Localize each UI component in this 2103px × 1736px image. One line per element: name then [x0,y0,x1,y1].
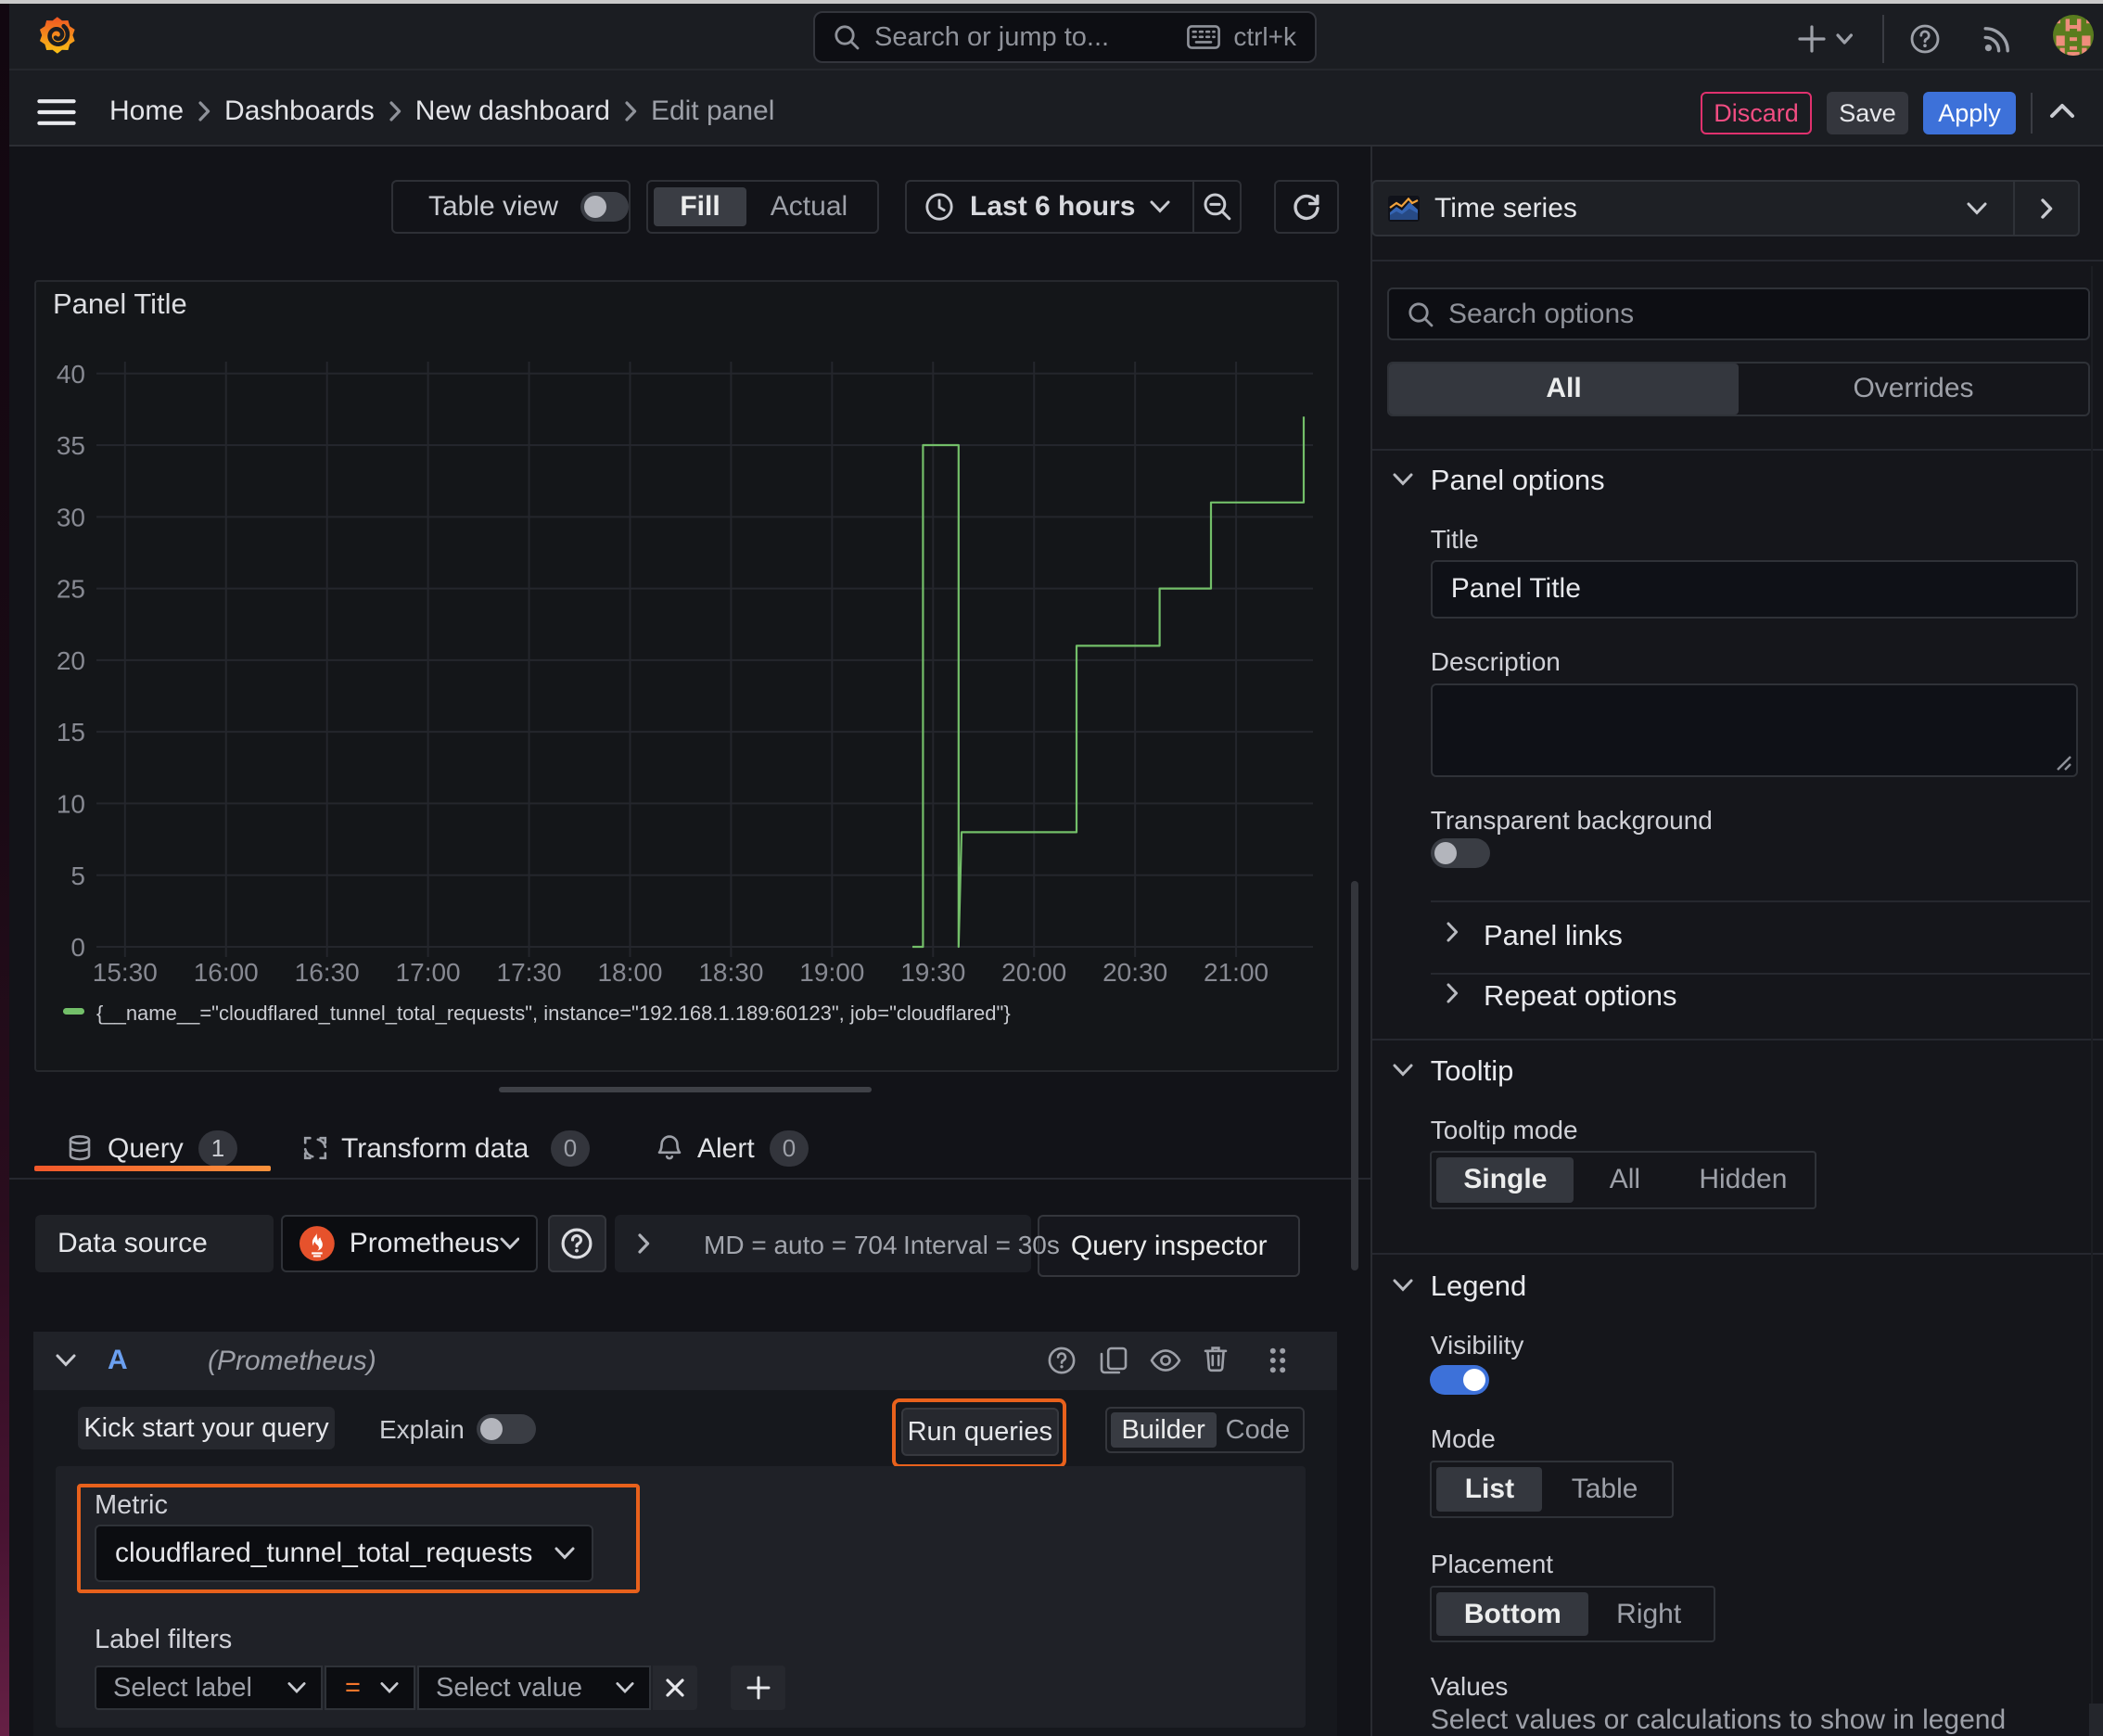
svg-text:20:00: 20:00 [1001,958,1066,987]
svg-text:{__name__="cloudflared_tunnel_: {__name__="cloudflared_tunnel_total_requ… [96,1002,1011,1025]
svg-text:30: 30 [57,503,85,531]
svg-text:21:00: 21:00 [1204,958,1268,987]
svg-text:25: 25 [57,575,85,604]
svg-text:0: 0 [70,933,85,962]
svg-text:19:00: 19:00 [799,958,864,987]
svg-text:16:00: 16:00 [194,958,259,987]
svg-text:19:30: 19:30 [900,958,965,987]
svg-text:17:00: 17:00 [396,958,461,987]
svg-text:10: 10 [57,789,85,818]
svg-text:15:30: 15:30 [93,958,158,987]
svg-text:20:30: 20:30 [1102,958,1167,987]
svg-text:35: 35 [57,431,85,460]
svg-text:40: 40 [57,360,85,389]
svg-text:16:30: 16:30 [295,958,360,987]
svg-text:5: 5 [70,862,85,890]
svg-text:18:00: 18:00 [597,958,662,987]
svg-text:15: 15 [57,718,85,747]
svg-text:18:30: 18:30 [698,958,763,987]
svg-text:17:30: 17:30 [497,958,562,987]
svg-text:20: 20 [57,646,85,675]
